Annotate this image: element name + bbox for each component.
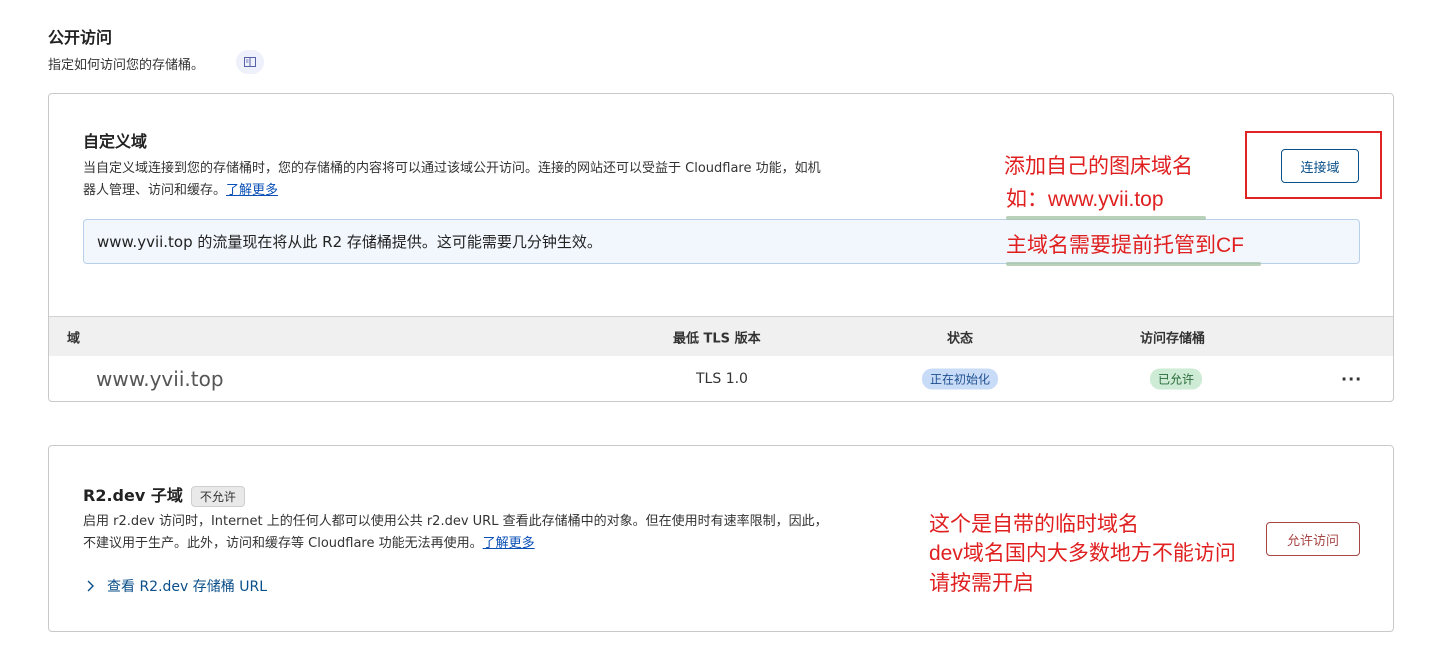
section-description: 指定如何访问您的存储桶。 [48, 58, 205, 73]
annotation-4: 这个是自带的临时域名 [929, 513, 1139, 536]
col-tls: 最低 TLS 版本 [673, 331, 761, 346]
learn-more-link[interactable]: 了解更多 [226, 183, 278, 198]
annotation-5: dev域名国内大多数地方不能访问 [929, 542, 1236, 565]
col-status: 状态 [947, 331, 974, 346]
col-access: 访问存储桶 [1140, 331, 1206, 346]
r2dev-title-text: R2.dev 子域 [83, 486, 183, 505]
chevron-right-icon [87, 580, 94, 592]
view-r2dev-url-label: 查看 R2.dev 存储桶 URL [107, 579, 267, 595]
domain-cell[interactable]: www.yvii.top [96, 367, 224, 391]
access-badge: 已允许 [1150, 368, 1203, 390]
connect-domain-button[interactable]: 连接域 [1281, 149, 1359, 183]
learn-more-link[interactable]: 了解更多 [483, 536, 535, 551]
annotation-underline [1006, 262, 1261, 266]
annotation-6: 请按需开启 [929, 572, 1034, 595]
status-badge: 正在初始化 [922, 368, 999, 390]
custom-domain-title: 自定义域 [83, 132, 148, 151]
annotation-underline [1006, 216, 1206, 220]
r2dev-desc-line-2: 不建议用于生产。此外，访问和缓存等 Cloudflare 功能无法再使用。 [83, 536, 483, 551]
more-actions-icon[interactable]: ··· [1341, 370, 1362, 389]
custom-domain-description: 当自定义域连接到您的存储桶时，您的存储桶的内容将可以通过该域公开访问。连接的网站… [83, 158, 963, 202]
r2dev-card: R2.dev 子域 不允许 启用 r2.dev 访问时，Internet 上的任何… [48, 445, 1394, 632]
desc-line-2: 器人管理、访问和缓存。 [83, 183, 227, 198]
not-allowed-tag: 不允许 [190, 486, 245, 507]
tls-cell: TLS 1.0 [696, 371, 748, 387]
annotation-1: 添加自己的图床域名 [1004, 155, 1193, 178]
r2dev-desc-line-1: 启用 r2.dev 访问时，Internet 上的任何人都可以使用公共 r2.d… [83, 514, 828, 529]
view-r2dev-url-toggle[interactable]: 查看 R2.dev 存储桶 URL [87, 576, 267, 596]
section-title: 公开访问 [48, 28, 113, 47]
document-icon[interactable] [236, 50, 264, 74]
annotation-3: 主域名需要提前托管到CF [1006, 234, 1244, 257]
allow-access-button[interactable]: 允许访问 [1266, 522, 1360, 556]
r2dev-description: 启用 r2.dev 访问时，Internet 上的任何人都可以使用公共 r2.d… [83, 511, 943, 555]
table-header: 域 最低 TLS 版本 状态 访问存储桶 [49, 316, 1393, 356]
custom-domain-card: 自定义域 当自定义域连接到您的存储桶时，您的存储桶的内容将可以通过该域公开访问。… [48, 93, 1394, 402]
col-domain: 域 [67, 331, 81, 346]
table-row: www.yvii.top TLS 1.0 正在初始化 已允许 ··· [49, 356, 1393, 402]
r2dev-title: R2.dev 子域 不允许 [83, 482, 245, 507]
desc-line-1: 当自定义域连接到您的存储桶时，您的存储桶的内容将可以通过该域公开访问。连接的网站… [83, 161, 821, 176]
annotation-2: 如：www.yvii.top [1006, 188, 1164, 211]
